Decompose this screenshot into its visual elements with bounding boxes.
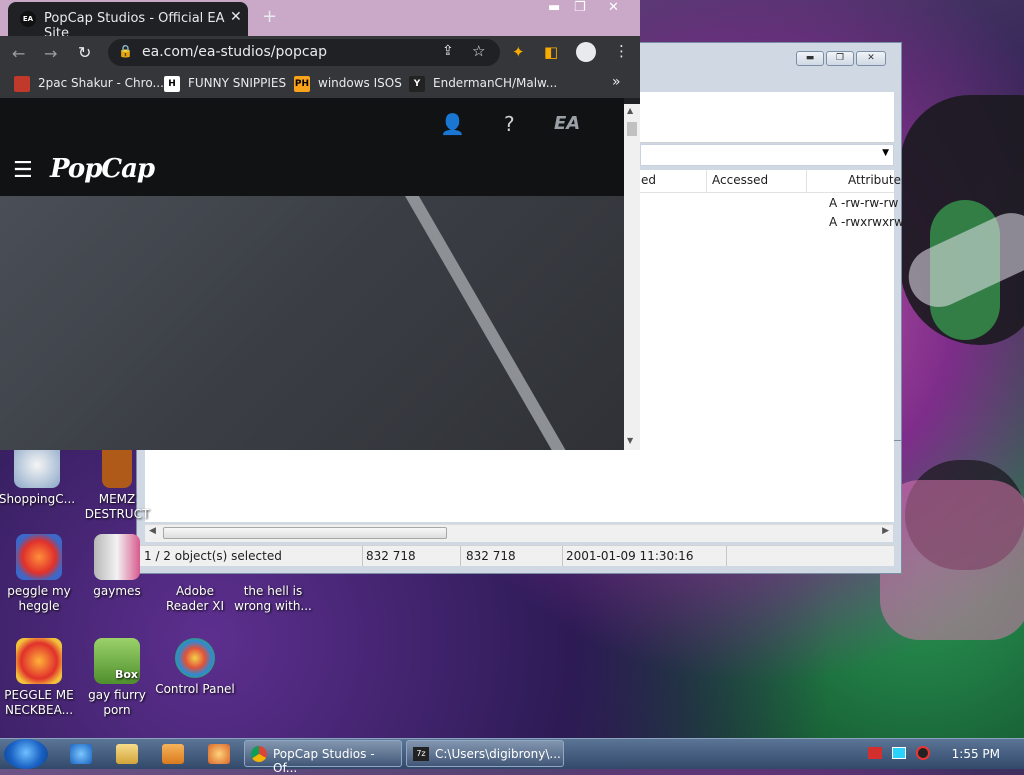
desktop-icon-the-hell[interactable]: the hell is wrong with... bbox=[232, 534, 314, 614]
archive-window-controls: ▬ ❐ ✕ bbox=[796, 51, 886, 66]
peggle-icon bbox=[16, 534, 62, 580]
close-window-icon[interactable]: ✕ bbox=[608, 0, 619, 15]
star-icon[interactable]: ☆ bbox=[472, 42, 485, 60]
forward-icon[interactable]: → bbox=[44, 44, 57, 63]
share-icon[interactable]: ⇪ bbox=[442, 43, 454, 59]
chrome-icon bbox=[251, 746, 267, 762]
tray-app-icon[interactable] bbox=[916, 746, 930, 760]
desktop-icon-gaymes[interactable]: gaymes bbox=[76, 534, 158, 599]
vertical-scroll-thumb[interactable] bbox=[627, 122, 637, 136]
bookmarks-overflow-icon[interactable]: » bbox=[612, 74, 621, 90]
desktop-icon-control-panel[interactable]: Control Panel bbox=[154, 638, 236, 697]
scroll-right-icon[interactable]: ▶ bbox=[882, 526, 889, 536]
lock-icon[interactable]: 🔒 bbox=[118, 44, 133, 58]
archive-toolbar bbox=[640, 92, 894, 143]
close-button[interactable]: ✕ bbox=[856, 51, 886, 66]
ea-logo[interactable]: EA bbox=[554, 113, 580, 134]
scroll-down-icon[interactable]: ▼ bbox=[627, 436, 633, 445]
column-header-modified[interactable]: ed bbox=[641, 173, 656, 187]
reload-icon[interactable]: ↻ bbox=[78, 43, 91, 62]
new-tab-icon[interactable]: + bbox=[262, 6, 277, 27]
restore-window-icon[interactable]: ❐ bbox=[574, 0, 586, 15]
folder-icon bbox=[94, 534, 140, 580]
status-packed-size: 832 718 bbox=[466, 549, 516, 563]
path-combobox[interactable]: ▼ bbox=[640, 144, 894, 166]
hero-image bbox=[0, 196, 624, 450]
extensions-icon[interactable]: ✦ bbox=[512, 43, 525, 61]
bookmark-2[interactable]: FUNNY SNIPPIES bbox=[188, 76, 286, 90]
minimize-button[interactable]: ▬ bbox=[796, 51, 824, 66]
box-label: Box bbox=[114, 668, 138, 681]
chrome-window: EA PopCap Studios - Official EA Site ✕ +… bbox=[0, 0, 640, 450]
bookmark-favicon-3: PH bbox=[294, 76, 310, 92]
status-date: 2001-01-09 11:30:16 bbox=[566, 549, 694, 563]
file-row-1-attributes[interactable]: A -rw-rw-rw bbox=[829, 196, 898, 210]
start-button[interactable] bbox=[4, 739, 48, 769]
file-list-lower[interactable] bbox=[145, 450, 894, 522]
file-row-2-attributes[interactable]: A -rwxrwxrw bbox=[829, 215, 904, 229]
desktop-icon-shopping[interactable]: ShoppingC... bbox=[0, 442, 78, 507]
peggle-icon bbox=[16, 638, 62, 684]
taskbar: PopCap Studios - Of... 7z C:\Users\digib… bbox=[0, 738, 1024, 775]
desktop-icon-peggle[interactable]: peggle my heggle bbox=[0, 534, 80, 614]
column-header-attributes[interactable]: Attribute bbox=[848, 173, 901, 187]
action-center-flag-icon[interactable] bbox=[868, 747, 882, 759]
status-size: 832 718 bbox=[366, 549, 416, 563]
7zip-icon: 7z bbox=[413, 747, 429, 761]
back-icon[interactable]: ← bbox=[12, 44, 25, 63]
desktop-icon-peggle-neckbeard[interactable]: PEGGLE ME NECKBEA... bbox=[0, 638, 80, 718]
minimize-window-icon[interactable]: ▬ bbox=[548, 0, 560, 15]
maximize-button[interactable]: ❐ bbox=[826, 51, 854, 66]
bookmark-favicon-1 bbox=[14, 76, 30, 92]
menu-icon[interactable]: ⋮ bbox=[614, 42, 629, 60]
bookmark-1[interactable]: 2pac Shakur - Chro... bbox=[38, 76, 164, 90]
internet-explorer-icon[interactable] bbox=[70, 744, 92, 764]
bookmark-3[interactable]: windows ISOS bbox=[318, 76, 402, 90]
folder-icon[interactable] bbox=[116, 744, 138, 764]
paint-icon[interactable] bbox=[208, 744, 230, 764]
taskbar-item-7zip[interactable]: 7z C:\Users\digibrony\... bbox=[406, 740, 564, 767]
vertical-scrollbar[interactable]: ▲ ▼ bbox=[624, 104, 640, 450]
bookmark-4[interactable]: EndermanCH/Malw... bbox=[433, 76, 557, 90]
taskbar-item-chrome[interactable]: PopCap Studios - Of... bbox=[244, 740, 402, 775]
desktop-icon-memz[interactable]: MEMZ DESTRUCT bbox=[76, 442, 158, 522]
file-list-header: ed Accessed Attribute bbox=[640, 170, 901, 193]
ea-favicon-icon: EA bbox=[20, 11, 36, 27]
adobe-reader-icon bbox=[172, 534, 218, 580]
desktop-icon-gay-fiurry[interactable]: Box gay fiurry porn bbox=[76, 638, 158, 718]
profile-avatar[interactable] bbox=[576, 42, 596, 62]
url-text[interactable]: ea.com/ea-studios/popcap bbox=[142, 44, 327, 60]
box-icon: Box bbox=[94, 638, 140, 684]
document-icon bbox=[250, 534, 296, 580]
control-panel-icon bbox=[175, 638, 215, 678]
close-tab-icon[interactable]: ✕ bbox=[230, 9, 242, 25]
network-icon[interactable] bbox=[892, 747, 906, 759]
bookmark-favicon-2: H bbox=[164, 76, 180, 92]
scroll-up-icon[interactable]: ▲ bbox=[627, 106, 633, 115]
column-header-accessed[interactable]: Accessed bbox=[712, 173, 768, 187]
help-icon[interactable]: ? bbox=[504, 112, 515, 136]
clock[interactable]: 1:55 PM bbox=[952, 747, 1000, 761]
bookmark-favicon-4: Y bbox=[409, 76, 425, 92]
user-icon[interactable]: 👤 bbox=[440, 112, 465, 136]
tab-popcap[interactable]: EA PopCap Studios - Official EA Site ✕ bbox=[8, 2, 248, 41]
media-player-icon[interactable] bbox=[162, 744, 184, 764]
hamburger-menu-icon[interactable]: ☰ bbox=[13, 158, 33, 183]
chevron-down-icon[interactable]: ▼ bbox=[882, 148, 889, 158]
side-panel-icon[interactable]: ◧ bbox=[544, 43, 558, 61]
popcap-logo[interactable]: PopCap bbox=[50, 154, 155, 184]
desktop-icon-adobe-reader[interactable]: Adobe Reader XI bbox=[154, 534, 236, 614]
